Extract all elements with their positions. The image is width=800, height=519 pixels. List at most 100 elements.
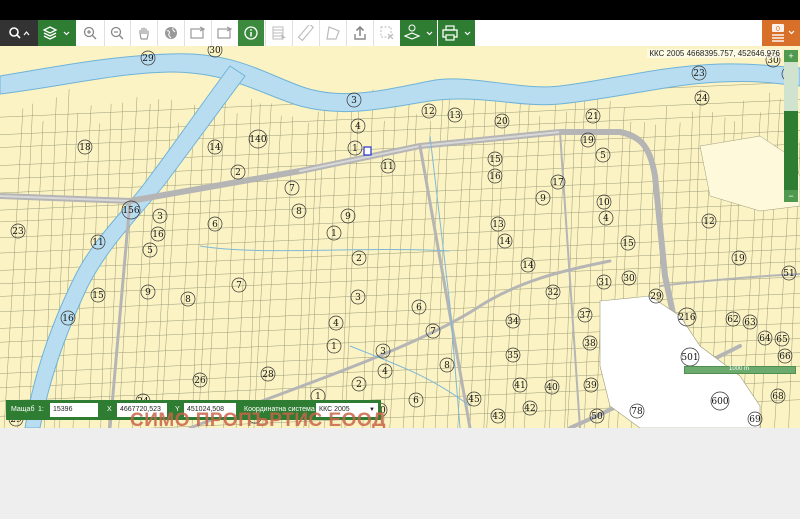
zoom-track[interactable] [784,62,798,190]
parcel-label: 38 [582,335,598,351]
measure-area-button[interactable] [319,20,345,46]
svg-text:9: 9 [145,288,151,298]
svg-text:19: 19 [582,136,594,146]
layer-style-button[interactable] [400,20,437,46]
svg-text:16: 16 [152,230,164,240]
parcel-label: 29 [648,288,664,304]
layers-button[interactable] [38,20,76,46]
print-button[interactable] [438,20,475,46]
parcel-label: 5 [142,242,158,258]
svg-text:63: 63 [744,318,756,328]
parcel-label: 13 [447,107,463,123]
parcel-label: 32 [545,284,561,300]
parcel-label: 14 [520,257,536,273]
svg-text:65: 65 [776,335,788,345]
parcel-label: 41 [512,377,528,393]
parcel-label: 66 [777,348,793,364]
svg-text:24: 24 [696,94,708,104]
parcel-label: 4 [350,118,366,134]
clear-selection-button[interactable] [373,20,399,46]
parcel-label: 40 [544,379,560,395]
svg-text:23: 23 [693,69,705,79]
svg-text:14: 14 [209,143,221,153]
parcel-label: 20 [494,113,510,129]
measure-distance-button[interactable] [292,20,318,46]
pan-button[interactable] [130,20,156,46]
svg-text:21: 21 [587,112,598,122]
scale-input[interactable]: 15396 [50,403,98,417]
svg-text:78: 78 [631,407,643,417]
parcel-label: 8 [291,203,307,219]
svg-text:41: 41 [514,381,525,391]
measure-ruler-icon [297,25,314,41]
parcel-label: 16 [60,310,76,326]
svg-text:15: 15 [489,155,501,165]
svg-text:8: 8 [444,361,450,371]
svg-text:9: 9 [345,212,351,222]
svg-text:501: 501 [681,353,698,363]
zoom-minus-button[interactable]: − [784,190,798,202]
search-button[interactable] [0,20,38,46]
parcel-label: 4 [328,315,344,331]
parcel-label: 78 [629,403,645,419]
next-extent-icon [216,26,232,39]
parcel-label: 15 [620,235,636,251]
parcel-label: 21 [585,108,601,124]
identify-button[interactable] [238,20,264,46]
parcel-label: 39 [583,377,599,393]
parcel-label: 69 [747,411,763,427]
svg-text:13: 13 [449,111,461,121]
svg-text:600: 600 [711,397,728,407]
parcel-label: 216 [677,307,697,327]
svg-text:35: 35 [507,351,519,361]
svg-text:11: 11 [92,238,103,248]
cadastral-map[interactable]: 2930233024513121320214191814140151115216… [0,46,800,428]
svg-text:6: 6 [416,303,422,313]
svg-text:17: 17 [552,178,564,188]
parcel-label: 29 [140,50,156,66]
zoom-in-button[interactable] [78,20,102,46]
upload-button[interactable] [346,20,372,46]
parcel-label: 9 [340,208,356,224]
zoom-out-button[interactable] [104,20,129,46]
svg-text:69: 69 [749,415,761,425]
zoom-slider[interactable]: + − [784,50,798,204]
svg-text:29: 29 [142,54,154,64]
parcel-label: 24 [694,90,710,106]
svg-text:7: 7 [236,281,242,291]
parcel-label: 2 [230,164,246,180]
svg-text:1: 1 [331,342,337,352]
parcel-label: 9 [140,284,156,300]
svg-text:30: 30 [209,46,221,56]
parcel-label: 16 [150,226,166,242]
next-extent-button[interactable] [211,20,237,46]
parcel-label: 17 [550,174,566,190]
svg-text:8: 8 [185,295,191,305]
svg-text:15: 15 [92,291,104,301]
svg-text:140: 140 [249,135,266,145]
svg-text:14: 14 [499,237,511,247]
select-features-button[interactable] [265,20,291,46]
full-extent-button[interactable] [157,20,183,46]
svg-text:39: 39 [585,381,597,391]
top-black-bar [0,0,800,20]
map-canvas: 2930233024513121320214191814140151115216… [0,46,800,428]
svg-text:6: 6 [212,220,218,230]
selected-parcel[interactable] [363,146,372,156]
parcel-label: 28 [260,366,276,382]
parcel-label: 3 [152,208,168,224]
svg-text:3: 3 [157,212,163,222]
svg-text:37: 37 [579,311,591,321]
parcel-label: 10 [596,194,612,210]
parcel-label: 15 [487,151,503,167]
cursor-coordinate-readout: ККС 2005 4668395.757, 452646.976 [647,49,782,58]
svg-text:1: 1 [331,229,337,239]
parcel-label: 16 [487,168,503,184]
info-icon [244,26,258,40]
previous-extent-button[interactable] [184,20,210,46]
upload-icon [353,25,366,40]
parcel-label: 64 [757,330,773,346]
user-menu-button[interactable]: 0 [762,20,800,46]
parcel-label: 12 [421,103,437,119]
zoom-plus-button[interactable]: + [784,50,798,62]
